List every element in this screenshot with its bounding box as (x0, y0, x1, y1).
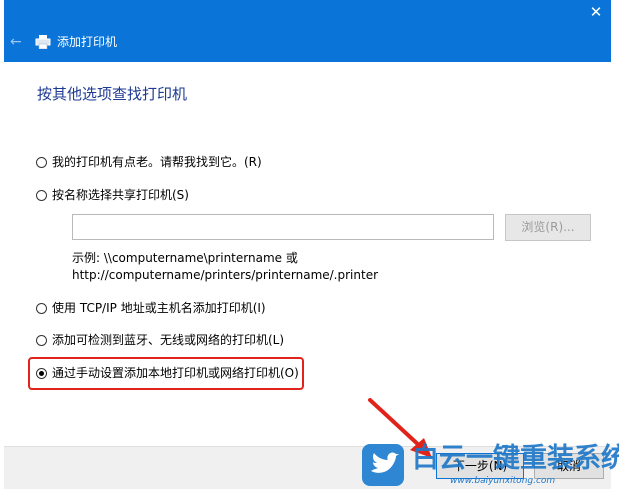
option-bluetooth-wireless[interactable]: 添加可检测到蓝牙、无线或网络的打印机(L) (36, 331, 284, 349)
option-shared-printer[interactable]: 按名称选择共享打印机(S) (36, 186, 189, 204)
option-tcpip[interactable]: 使用 TCP/IP 地址或主机名添加打印机(I) (36, 299, 266, 317)
option-tcpip-label: 使用 TCP/IP 地址或主机名添加打印机(I) (52, 301, 266, 315)
bird-icon (371, 452, 399, 473)
option-old-printer-label: 我的打印机有点老。请帮我找到它。(R) (52, 155, 262, 169)
watermark-text: 白云一键重装系统 (412, 443, 619, 474)
option-shared-printer-radio[interactable] (36, 189, 47, 201)
option-tcpip-radio[interactable] (36, 302, 47, 314)
option-shared-printer-label: 按名称选择共享打印机(S) (52, 188, 189, 202)
browse-button[interactable]: 浏览(R)... (505, 214, 591, 241)
title-bar: ← 添加打印机 ✕ (4, 0, 611, 62)
printer-icon (35, 35, 51, 49)
back-arrow-icon[interactable]: ← (10, 33, 26, 51)
watermark: 白云一键重装系统 www.baiyunxitong.com (362, 442, 619, 489)
shared-printer-name-input[interactable] (72, 214, 494, 240)
highlight-box (28, 357, 304, 390)
option-old-printer[interactable]: 我的打印机有点老。请帮我找到它。(R) (36, 153, 262, 171)
window-title: 添加打印机 (57, 35, 118, 49)
option-old-printer-radio[interactable] (36, 156, 47, 168)
page-heading: 按其他选项查找打印机 (37, 85, 188, 103)
example-line-2: http://computername/printers/printername… (72, 268, 379, 282)
close-icon[interactable]: ✕ (581, 0, 611, 24)
example-line-1: 示例: \\computername\printername 或 (72, 251, 298, 265)
watermark-url: www.baiyunxitong.com (450, 476, 556, 486)
watermark-badge (362, 444, 404, 486)
option-bluetooth-wireless-label: 添加可检测到蓝牙、无线或网络的打印机(L) (52, 333, 285, 347)
option-bluetooth-wireless-radio[interactable] (36, 334, 47, 346)
